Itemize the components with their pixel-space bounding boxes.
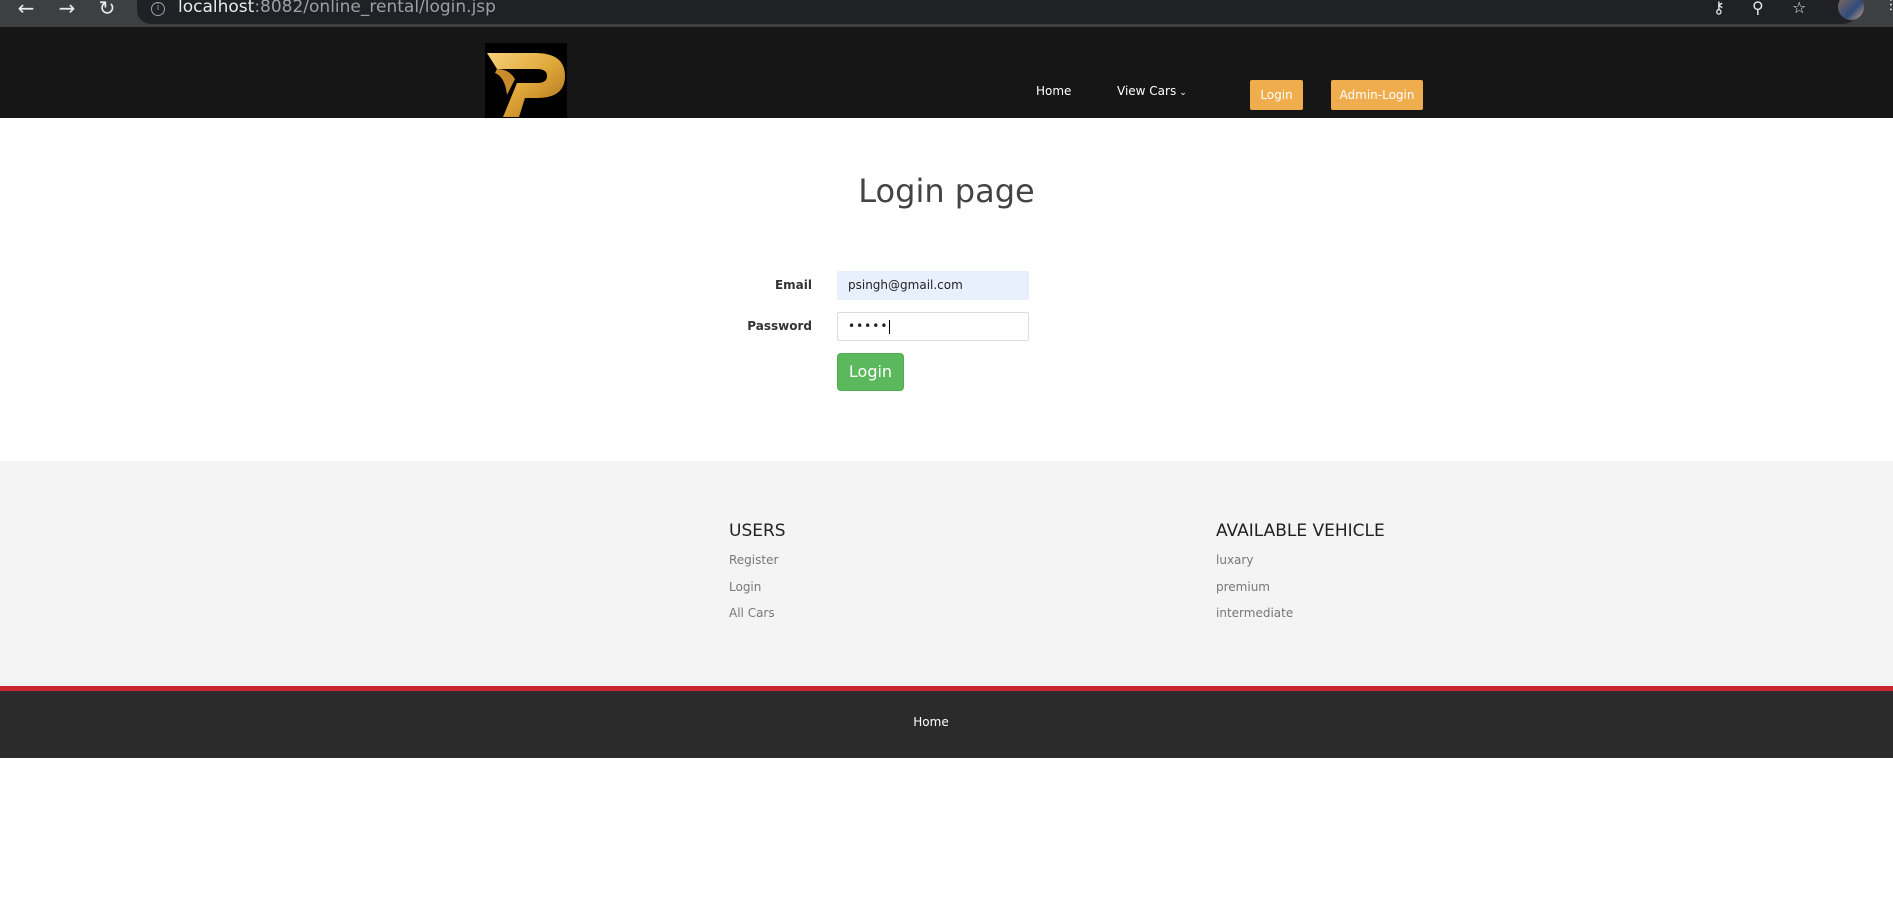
back-arrow-icon[interactable]: ← <box>14 0 38 20</box>
browser-toolbar: ← → ↻ i localhost:8082/online_rental/log… <box>0 0 1893 27</box>
footer-links-section: USERS Register Login All Cars AVAILABLE … <box>0 461 1893 687</box>
chevron-down-icon: ⌄ <box>1179 88 1187 98</box>
zoom-out-icon[interactable]: ⚲ <box>1752 0 1764 17</box>
login-submit-button[interactable]: Login <box>837 353 904 391</box>
password-value: ••••• <box>848 319 889 333</box>
nav-home-link[interactable]: Home <box>1036 84 1071 98</box>
footer-login-link[interactable]: Login <box>729 580 761 594</box>
page-title: Login page <box>858 172 1035 210</box>
browser-menu-icon[interactable]: ⋮ <box>1884 0 1893 13</box>
site-header: Home View Cars ⌄ Login Admin-Login <box>0 27 1893 118</box>
url-text[interactable]: localhost:8082/online_rental/login.jsp <box>178 0 496 17</box>
email-field[interactable]: psingh@gmail.com <box>837 271 1029 300</box>
text-cursor <box>889 319 891 334</box>
footer-home-link[interactable]: Home <box>0 715 1862 729</box>
footer-vehicle-heading: AVAILABLE VEHICLE <box>1216 521 1385 541</box>
url-host: localhost <box>178 0 255 17</box>
nav-view-cars-label: View Cars <box>1117 84 1177 98</box>
nav-view-cars-dropdown[interactable]: View Cars ⌄ <box>1117 84 1187 98</box>
profile-avatar[interactable] <box>1838 0 1864 20</box>
footer-users-heading: USERS <box>729 521 786 541</box>
password-field[interactable]: ••••• <box>837 312 1029 341</box>
key-icon[interactable]: ⚷ <box>1713 0 1725 17</box>
footer-luxary-link[interactable]: luxary <box>1216 553 1253 567</box>
footer-all-cars-link[interactable]: All Cars <box>729 606 775 620</box>
password-label: Password <box>747 319 812 333</box>
reload-icon[interactable]: ↻ <box>95 0 119 20</box>
email-label: Email <box>774 278 812 292</box>
footer-premium-link[interactable]: premium <box>1216 580 1270 594</box>
address-bar[interactable]: i localhost:8082/online_rental/login.jsp <box>137 0 1857 24</box>
brand-logo[interactable] <box>485 43 567 118</box>
site-info-icon[interactable]: i <box>151 2 165 16</box>
url-path: :8082/online_rental/login.jsp <box>254 0 496 17</box>
footer-register-link[interactable]: Register <box>729 553 778 567</box>
email-value: psingh@gmail.com <box>848 278 963 292</box>
footer-bottom-bar: Home <box>0 691 1893 758</box>
header-login-button[interactable]: Login <box>1250 80 1303 110</box>
bookmark-star-icon[interactable]: ☆ <box>1792 0 1806 17</box>
forward-arrow-icon[interactable]: → <box>55 0 79 20</box>
brand-logo-icon <box>487 53 565 117</box>
header-admin-login-button[interactable]: Admin-Login <box>1331 80 1423 110</box>
footer-intermediate-link[interactable]: intermediate <box>1216 606 1293 620</box>
